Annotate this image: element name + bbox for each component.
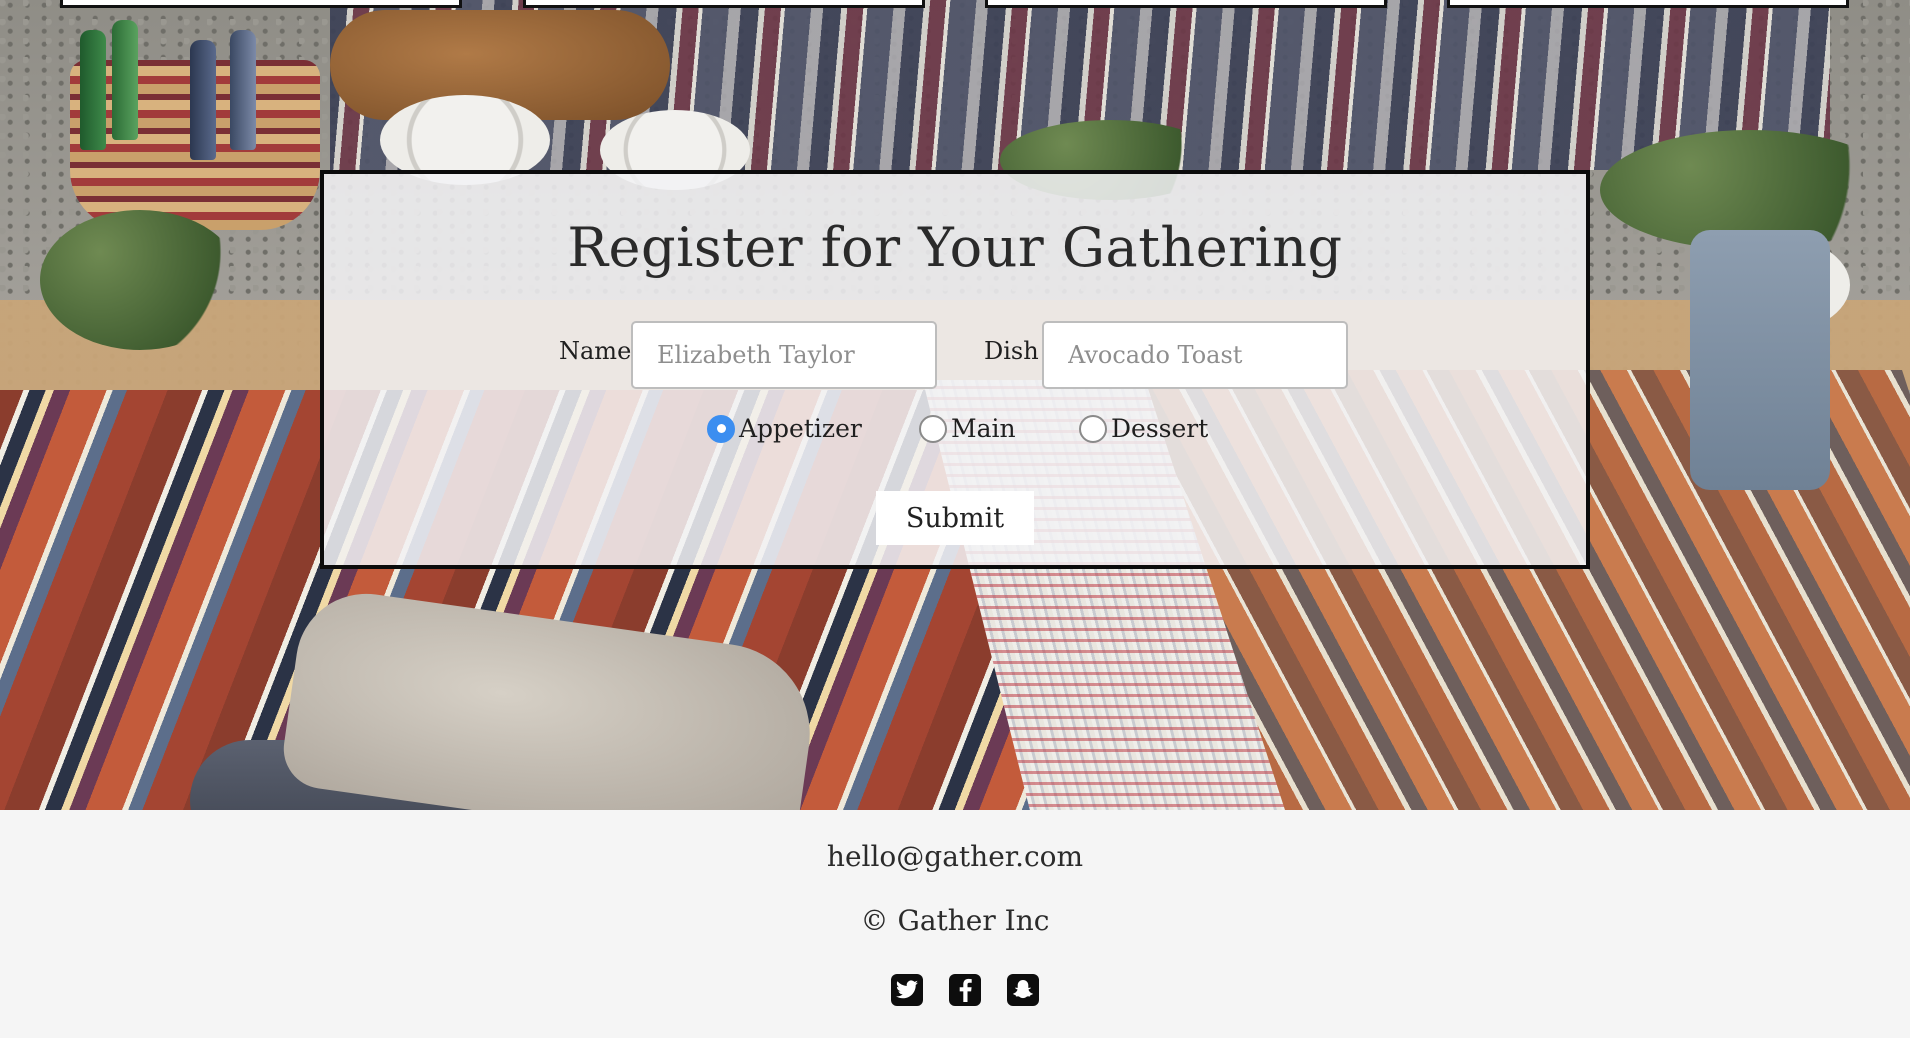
snapchat-glyph <box>1013 980 1033 999</box>
footer: hello@gather.com © Gather Inc <box>0 810 1910 1038</box>
footer-copyright: © Gather Inc <box>860 904 1050 937</box>
facebook-icon[interactable] <box>949 974 981 1006</box>
bottle <box>190 40 216 160</box>
radio-dessert[interactable] <box>1079 414 1107 443</box>
registration-form: Register for Your Gathering Name Dish Ap… <box>320 170 1590 569</box>
bottle <box>80 30 106 150</box>
footer-email-link[interactable]: hello@gather.com <box>0 840 1910 873</box>
name-input[interactable] <box>631 321 937 389</box>
bottle <box>230 30 256 150</box>
nav-box-2[interactable] <box>523 0 925 8</box>
bottle <box>112 20 138 140</box>
twitter-icon[interactable] <box>891 974 923 1006</box>
course-label-dessert: Dessert <box>1111 414 1209 443</box>
nav-box-3[interactable] <box>985 0 1387 8</box>
napkin <box>1690 230 1830 490</box>
dish-input[interactable] <box>1042 321 1348 389</box>
facebook-glyph <box>959 978 972 1002</box>
twitter-glyph <box>896 980 918 999</box>
radio-appetizer[interactable] <box>707 414 735 443</box>
submit-button[interactable]: Submit <box>876 491 1034 545</box>
snapchat-icon[interactable] <box>1007 974 1039 1006</box>
nav-box-1[interactable] <box>60 0 462 8</box>
course-option-dessert[interactable]: Dessert <box>1079 414 1208 443</box>
name-label: Name <box>559 337 632 365</box>
course-option-main[interactable]: Main <box>919 414 1016 443</box>
radio-main[interactable] <box>919 414 947 443</box>
form-title: Register for Your Gathering <box>567 216 1343 279</box>
greenery <box>40 210 240 350</box>
dish-label: Dish <box>984 337 1039 365</box>
course-label-main: Main <box>951 414 1016 443</box>
course-option-appetizer[interactable]: Appetizer <box>707 414 862 443</box>
nav-box-4[interactable] <box>1447 0 1849 8</box>
course-label-appetizer: Appetizer <box>739 414 862 443</box>
